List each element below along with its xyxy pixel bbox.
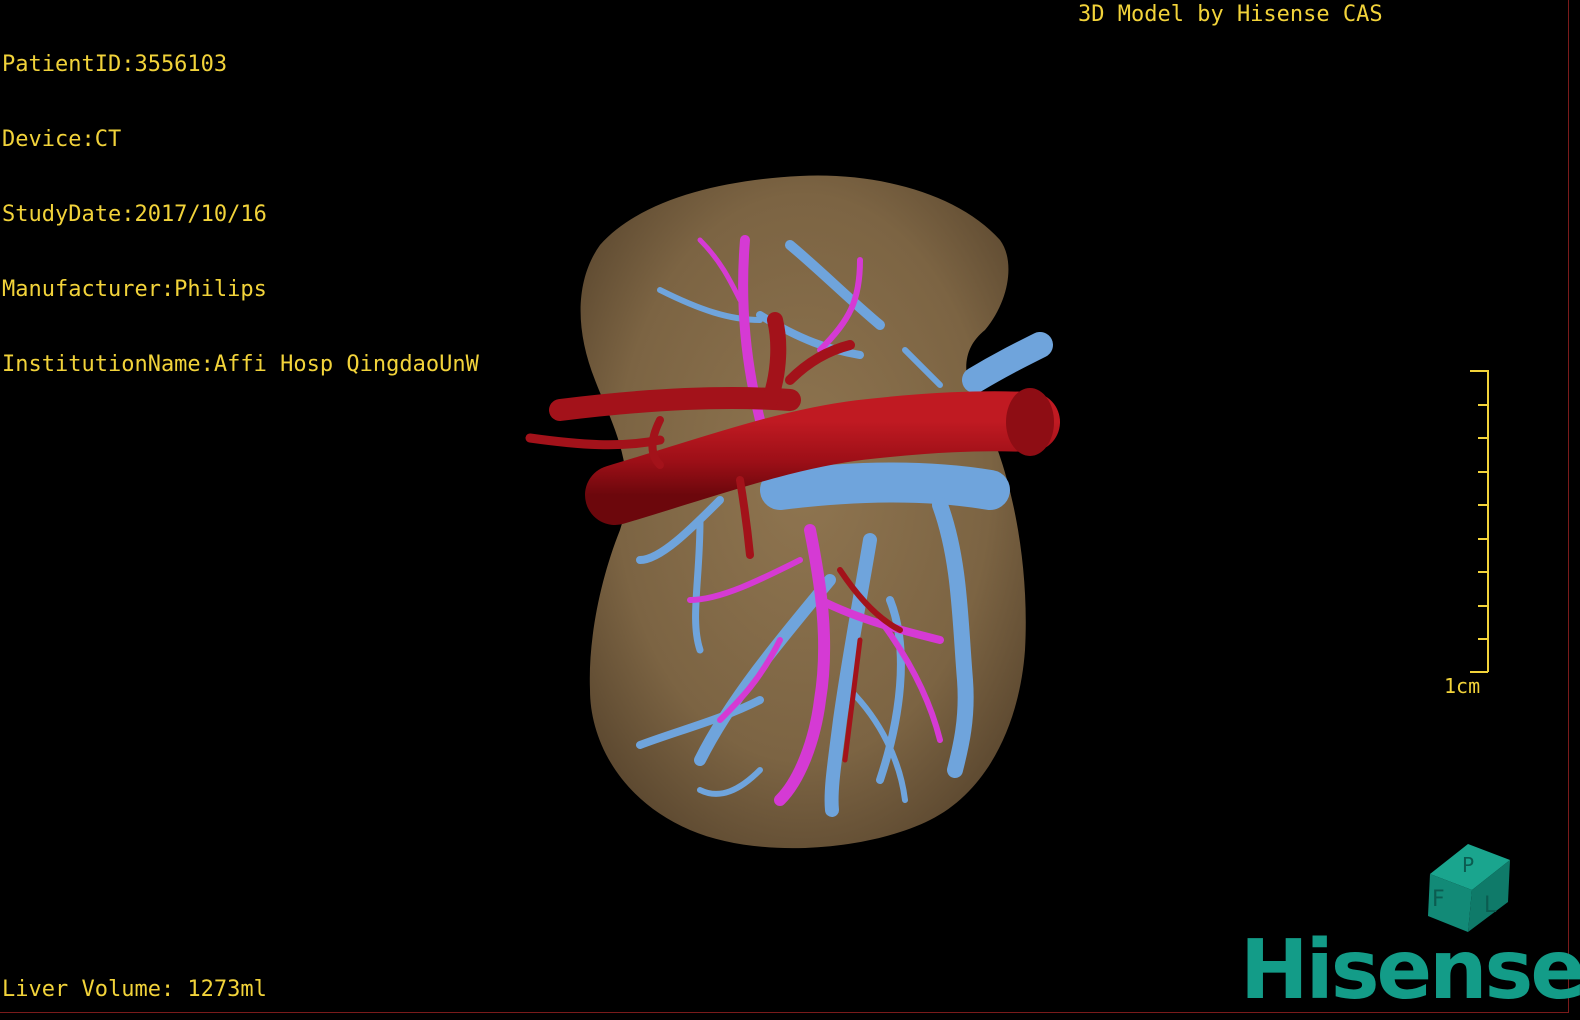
cube-face-right-label: L [1484, 893, 1497, 918]
3d-viewport[interactable]: PatientID:3556103 Device:CT StudyDate:20… [0, 0, 1580, 1013]
liver-volume-text: Liver Volume: 1273ml [2, 977, 267, 1002]
cube-face-left-label: F [1432, 887, 1445, 912]
scale-bar [1470, 370, 1489, 673]
scale-bar-label: 1cm [1444, 674, 1481, 698]
liver-3d-model[interactable] [0, 0, 1568, 1012]
artery-cut-end [1006, 388, 1054, 456]
cube-face-top-label: P [1462, 853, 1474, 877]
hisense-logo: Hisense [1240, 923, 1580, 1018]
